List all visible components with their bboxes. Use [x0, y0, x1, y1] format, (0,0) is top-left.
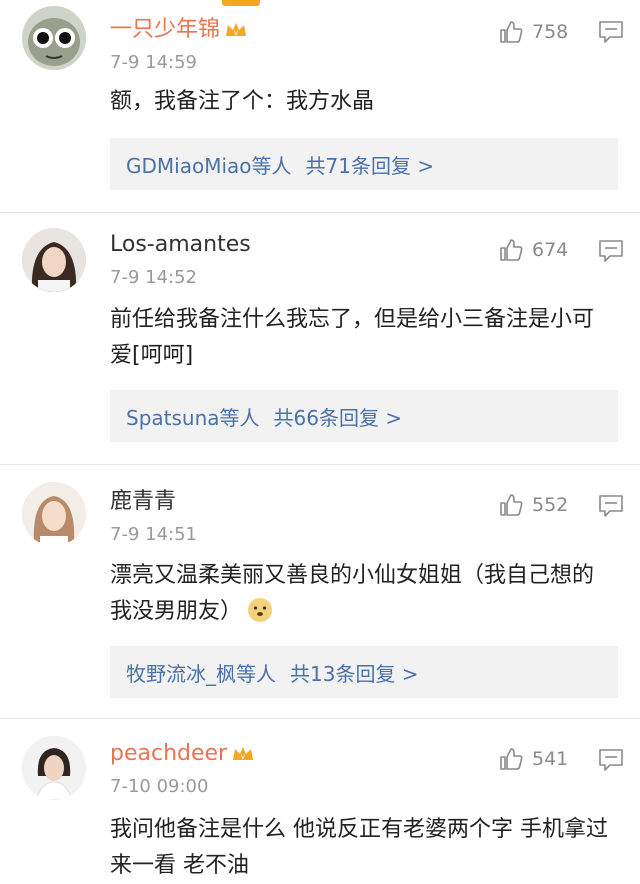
avatar[interactable] [22, 6, 86, 70]
divider [0, 464, 640, 465]
thumbs-up-icon [500, 21, 523, 43]
reply-users[interactable]: Spatsuna等人 [126, 402, 260, 431]
avatar[interactable] [22, 482, 86, 546]
reply-users[interactable]: GDMiaoMiao等人 [126, 150, 292, 179]
thumbs-up-icon [500, 494, 523, 516]
reply-count[interactable]: 共13条回复 > [290, 658, 419, 687]
comment-text: 我问他备注是什么 他说反正有老婆两个字 手机拿过来一看 老不油 [110, 817, 608, 878]
top-accent-bar [222, 0, 260, 6]
divider [0, 718, 640, 719]
username-text[interactable]: peachdeer [110, 741, 227, 766]
avatar[interactable] [22, 228, 86, 292]
replies-link[interactable]: GDMiaoMiao等人 共71条回复 > [110, 138, 618, 190]
comment-text: 前任给我备注什么我忘了，但是给小三备注是小可爱[呵呵] [110, 307, 595, 368]
comment-text: 漂亮又温柔美丽又善良的小仙女姐姐（我自己想的我没男朋友） [110, 558, 610, 630]
reply-icon[interactable] [598, 494, 624, 518]
avatar-image [22, 736, 86, 800]
reply-users[interactable]: 牧野流冰_枫等人 [126, 658, 276, 687]
comment-text: 额，我备注了个：我方水晶 [110, 89, 375, 114]
like-count: 674 [532, 239, 569, 261]
like-button[interactable]: 674 [498, 235, 568, 265]
like-count: 758 [532, 21, 569, 43]
thumbs-up-icon [500, 239, 523, 261]
avatar[interactable] [22, 736, 86, 800]
like-button[interactable]: 552 [498, 490, 568, 520]
doge-emoji-icon [248, 598, 273, 622]
reply-icon[interactable] [598, 20, 624, 44]
timestamp: 7-10 09:00 [110, 776, 209, 797]
svg-text:v: v [234, 28, 239, 37]
like-count: 552 [532, 494, 569, 516]
like-button[interactable]: 541 [498, 744, 568, 774]
svg-text:v: v [241, 752, 246, 761]
username[interactable]: Los-amantes [110, 231, 251, 259]
reply-count[interactable]: 共71条回复 > [306, 150, 435, 179]
replies-link[interactable]: 牧野流冰_枫等人 共13条回复 > [110, 646, 618, 698]
avatar-image [22, 6, 86, 70]
reply-count[interactable]: 共66条回复 > [274, 402, 403, 431]
reply-icon[interactable] [598, 748, 624, 772]
username-text[interactable]: 一只少年锦 [110, 17, 220, 42]
thumbs-up-icon [500, 748, 523, 770]
avatar-image [22, 228, 86, 292]
like-button[interactable]: 758 [498, 17, 568, 47]
username[interactable]: 一只少年锦 v [110, 16, 248, 44]
username[interactable]: peachdeer v [110, 740, 255, 768]
timestamp: 7-9 14:59 [110, 52, 197, 73]
like-count: 541 [532, 748, 569, 770]
comment-text-body: 漂亮又温柔美丽又善良的小仙女姐姐（我自己想的我没男朋友） [110, 563, 595, 624]
timestamp: 7-9 14:52 [110, 267, 197, 288]
avatar-image [22, 482, 86, 546]
timestamp: 7-9 14:51 [110, 524, 197, 545]
replies-link[interactable]: Spatsuna等人 共66条回复 > [110, 390, 618, 442]
vip-crown-icon: v [233, 747, 254, 761]
vip-crown-icon: v [226, 23, 247, 37]
reply-icon[interactable] [598, 239, 624, 263]
username[interactable]: 鹿青青 [110, 488, 176, 516]
divider [0, 212, 640, 213]
